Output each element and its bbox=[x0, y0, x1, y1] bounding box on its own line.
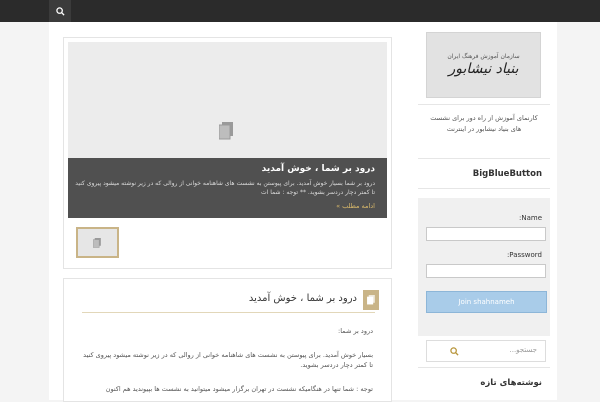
post-paragraph: توجه : شما تنها در هنگامیکه نشست در تهرا… bbox=[105, 385, 373, 393]
slide-caption: درود بر شما ، خوش آمدید درود بر شما بسیا… bbox=[68, 158, 387, 218]
slide-excerpt: درود بر شما بسیار خوش آمدید. برای پیوستن… bbox=[75, 180, 375, 196]
widget-title-recent: نوشته‌های تازه bbox=[480, 378, 542, 388]
divider bbox=[418, 367, 550, 368]
join-button[interactable]: Join shahnameh bbox=[426, 291, 547, 313]
search-placeholder: جستجو... bbox=[509, 346, 538, 354]
image-placeholder-icon bbox=[219, 122, 233, 140]
featured-slider: درود بر شما ، خوش آمدید درود بر شما بسیا… bbox=[63, 37, 392, 269]
post-paragraph: درود بر شما: bbox=[338, 327, 373, 335]
name-field[interactable] bbox=[426, 227, 546, 241]
divider bbox=[418, 188, 550, 189]
slide-thumbnail[interactable] bbox=[76, 227, 119, 258]
search-input[interactable]: جستجو... bbox=[426, 340, 546, 362]
widget-title-bbb: BigBlueButton bbox=[472, 169, 542, 179]
post-paragraph: بسیار خوش آمدید. برای پیوستن به نشست های… bbox=[83, 351, 373, 369]
search-icon bbox=[55, 6, 65, 16]
divider bbox=[418, 104, 550, 105]
logo-subtitle: سازمان آموزش فرهنگ ایران bbox=[447, 53, 520, 60]
post-title-divider bbox=[82, 312, 375, 313]
name-label: Name: bbox=[518, 214, 542, 222]
slide-title[interactable]: درود بر شما ، خوش آمدید bbox=[262, 164, 375, 174]
login-panel: Name: Password: bbox=[418, 198, 550, 336]
slide-image[interactable]: درود بر شما ، خوش آمدید درود بر شما بسیا… bbox=[68, 42, 387, 218]
password-label: Password: bbox=[506, 251, 542, 259]
top-bar bbox=[0, 0, 600, 22]
post-format-icon bbox=[363, 290, 379, 310]
divider bbox=[418, 158, 550, 159]
search-icon bbox=[449, 346, 459, 356]
post-title[interactable]: درود بر شما ، خوش آمدید bbox=[249, 293, 357, 304]
sidebar-search: جستجو... bbox=[418, 340, 550, 362]
password-field[interactable] bbox=[426, 264, 546, 278]
site-description: کارنمای آموزش از راه دور برای نشست های ب… bbox=[430, 114, 538, 133]
post-card: درود بر شما ، خوش آمدید درود بر شما: بسی… bbox=[63, 278, 392, 402]
image-placeholder-icon bbox=[93, 237, 101, 248]
site-logo[interactable]: سازمان آموزش فرهنگ ایران بنیاد نیشابور bbox=[426, 32, 541, 98]
read-more-link[interactable]: ادامه مطلب » bbox=[336, 202, 375, 210]
logo-title: بنیاد نیشابور bbox=[448, 61, 519, 77]
search-button[interactable] bbox=[437, 344, 471, 358]
sidebar: سازمان آموزش فرهنگ ایران بنیاد نیشابور ک… bbox=[418, 22, 550, 400]
top-search-button[interactable] bbox=[49, 0, 71, 22]
